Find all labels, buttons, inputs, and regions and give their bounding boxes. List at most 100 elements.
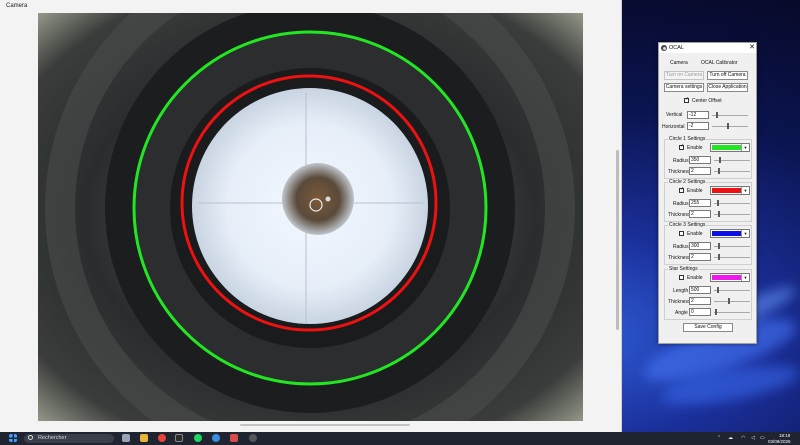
speaker-icon[interactable]: ◁: [751, 435, 755, 441]
save-config-button[interactable]: Save Config: [683, 323, 733, 332]
star-thickness-field[interactable]: 2: [689, 297, 711, 305]
star-thickness-slider[interactable]: [714, 297, 750, 305]
circle-3-color-select[interactable]: ▼: [710, 229, 750, 238]
circle-3-thickness-label: Thickness: [668, 255, 691, 261]
ocal-titlebar[interactable]: OCAL ✕: [659, 43, 756, 53]
camera-window: Camera: [0, 0, 622, 432]
circle-3-thickness-field[interactable]: 2: [689, 253, 711, 261]
circle-1-color-swatch: [712, 145, 741, 150]
circle-1-color-select[interactable]: ▼: [710, 143, 750, 152]
star-color-select[interactable]: ▼: [710, 273, 750, 282]
windows-start-icon[interactable]: [9, 434, 17, 442]
star-length-field[interactable]: 500: [689, 286, 711, 294]
ocal-window-title: OCAL: [669, 45, 684, 51]
chevron-down-icon: ▼: [741, 144, 749, 151]
vivaldi-icon[interactable]: [158, 434, 166, 442]
circle-3-thickness-slider[interactable]: [714, 253, 750, 261]
cloud-icon[interactable]: ☁: [728, 435, 733, 441]
horizontal-label: Horizontal: [662, 124, 685, 130]
ocal-taskbar-icon[interactable]: [249, 434, 257, 442]
circle-3-enable-checkbox[interactable]: [679, 231, 684, 236]
circle-3-enable-label: Enable: [687, 231, 703, 237]
circle-2-color-select[interactable]: ▼: [710, 186, 750, 195]
taskbar: Rechercher ⌃ ☁ ◠ ◁ ▭ 18:19 03/09/2026: [0, 432, 800, 445]
star-thickness-label: Thickness: [668, 299, 691, 305]
circle-2-thickness-field[interactable]: 2: [689, 210, 711, 218]
star-enable-label: Enable: [687, 275, 703, 281]
center-offset-label: Center Offset: [692, 98, 722, 104]
horizontal-slider[interactable]: [712, 122, 748, 130]
vertical-slider[interactable]: [712, 111, 748, 119]
circle-3-radius-slider[interactable]: [714, 242, 750, 250]
app-icon[interactable]: [175, 434, 183, 442]
camera-feed: [38, 13, 583, 421]
camera-settings-button[interactable]: Camera settings: [664, 83, 704, 92]
clock-time[interactable]: 18:19: [779, 433, 790, 438]
star-angle-label: Angle: [675, 310, 688, 316]
star-length-slider[interactable]: [714, 286, 750, 294]
circle-2-enable-checkbox[interactable]: [679, 188, 684, 193]
tab-camera[interactable]: Camera: [670, 60, 688, 66]
star-angle-field[interactable]: 0: [689, 308, 711, 316]
circle-3-color-swatch: [712, 231, 741, 236]
wifi-icon[interactable]: ◠: [741, 435, 745, 441]
circle-2-settings-title: Circle 2 Settings: [668, 179, 707, 185]
chevron-up-icon[interactable]: ⌃: [717, 435, 721, 441]
star-enable-checkbox[interactable]: [679, 275, 684, 280]
circle-1-radius-slider[interactable]: [714, 156, 750, 164]
circle-2-thickness-label: Thickness: [668, 212, 691, 218]
circle-1-thickness-field[interactable]: 2: [689, 167, 711, 175]
circle-3-radius-field[interactable]: 300: [689, 242, 711, 250]
search-placeholder: Rechercher: [38, 435, 67, 441]
horizontal-scrollbar[interactable]: [240, 424, 410, 426]
camera-window-title: Camera: [6, 3, 28, 9]
vertical-scrollbar[interactable]: [616, 150, 619, 330]
turn-off-camera-button[interactable]: Turn off Camera: [707, 71, 748, 80]
ocal-app-icon: [661, 45, 667, 51]
battery-icon[interactable]: ▭: [760, 435, 765, 441]
taskbar-search[interactable]: Rechercher: [24, 434, 114, 443]
circle-2-thickness-slider[interactable]: [714, 210, 750, 218]
star-angle-slider[interactable]: [714, 308, 750, 316]
circle-2-settings-group: Circle 2 Settings Enable ▼ Radius 255 Th…: [664, 179, 752, 222]
vertical-field[interactable]: -12: [687, 111, 709, 119]
chevron-down-icon: ▼: [741, 230, 749, 237]
circle-1-enable-checkbox[interactable]: [679, 145, 684, 150]
close-icon[interactable]: ✕: [748, 43, 756, 53]
circle-3-settings-group: Circle 3 Settings Enable ▼ Radius 300 Th…: [664, 222, 752, 265]
star-settings-title: Star Settings: [668, 266, 699, 272]
snipping-tool-icon[interactable]: [230, 434, 238, 442]
horizontal-field[interactable]: -2: [687, 122, 709, 130]
star-length-label: Length: [673, 288, 689, 294]
turn-on-camera-button[interactable]: Turn on Camera: [664, 71, 704, 80]
search-icon: [28, 435, 33, 440]
tab-ocal-calibrator[interactable]: OCAL Calibrator: [701, 60, 738, 66]
circle-2-radius-slider[interactable]: [714, 199, 750, 207]
circle-1-thickness-label: Thickness: [668, 169, 691, 175]
vertical-label: Vertical: [666, 112, 683, 118]
circle-3-settings-title: Circle 3 Settings: [668, 222, 707, 228]
chevron-down-icon: ▼: [741, 187, 749, 194]
chevron-down-icon: ▼: [741, 274, 749, 281]
circle-2-enable-label: Enable: [687, 188, 703, 194]
circle-3-radius-label: Radius: [673, 244, 689, 250]
settings-gear-icon[interactable]: [212, 434, 220, 442]
spotify-icon[interactable]: [194, 434, 202, 442]
circle-1-thickness-slider[interactable]: [714, 167, 750, 175]
task-view-icon[interactable]: [122, 434, 130, 442]
circle-2-color-swatch: [712, 188, 741, 193]
circle-1-settings-group: Circle 1 Settings Enable ▼ Radius 350 Th…: [664, 136, 752, 179]
star-color-swatch: [712, 275, 741, 280]
star-settings-group: Star Settings Enable ▼ Length 500 Thickn…: [664, 266, 752, 320]
center-offset-checkbox[interactable]: [684, 98, 689, 103]
clock-date[interactable]: 03/09/2026: [768, 439, 791, 444]
circle-2-radius-label: Radius: [673, 201, 689, 207]
circle-1-radius-field[interactable]: 350: [689, 156, 711, 164]
circle-1-settings-title: Circle 1 Settings: [668, 136, 707, 142]
widgets-icon[interactable]: [140, 434, 148, 442]
close-application-button[interactable]: Close Application: [707, 83, 748, 92]
circle-1-enable-label: Enable: [687, 145, 703, 151]
ocal-window: OCAL ✕ Camera OCAL Calibrator Turn on Ca…: [658, 42, 757, 344]
circle-1-radius-label: Radius: [673, 158, 689, 164]
circle-2-radius-field[interactable]: 255: [689, 199, 711, 207]
